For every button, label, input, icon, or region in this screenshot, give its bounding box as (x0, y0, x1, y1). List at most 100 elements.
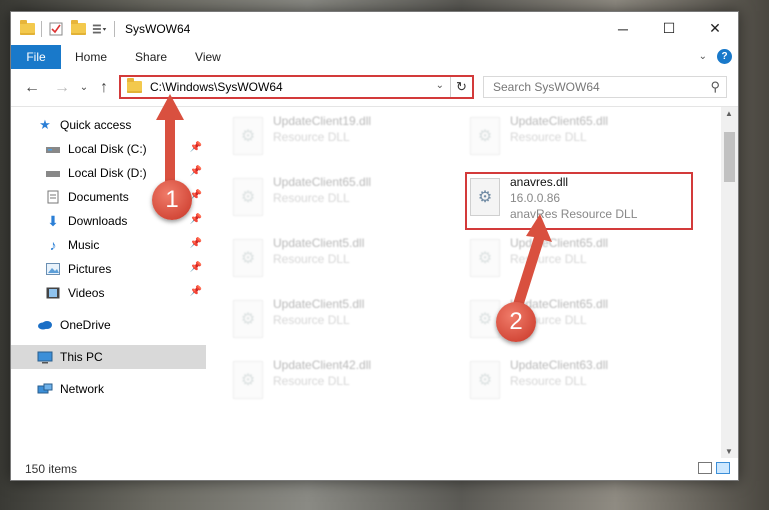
forward-button[interactable]: → (51, 79, 73, 97)
sidebar-item-videos[interactable]: Videos 📌 (11, 281, 206, 305)
documents-icon (45, 190, 61, 204)
step-marker-1: 1 (152, 180, 192, 220)
network-icon (37, 382, 53, 396)
dll-file-icon: ⚙ (470, 117, 500, 155)
quick-access-toolbar (11, 19, 115, 37)
file-name: UpdateClient5.dll (273, 297, 365, 311)
large-icons-view-button[interactable] (716, 462, 730, 474)
dll-file-icon: ⚙ (233, 300, 263, 338)
refresh-button[interactable]: ↻ (450, 77, 472, 97)
search-icon[interactable]: ⚲ (710, 79, 720, 95)
drive-icon (45, 142, 61, 156)
folder-icon (19, 19, 35, 37)
up-button[interactable]: ↑ (93, 79, 115, 97)
recent-locations-icon[interactable]: ⌄ (77, 82, 91, 93)
search-placeholder: Search SysWOW64 (493, 80, 600, 94)
folder-icon (127, 78, 142, 93)
sidebar-item-label: This PC (60, 350, 103, 364)
close-button[interactable]: ✕ (692, 12, 738, 45)
computer-icon (37, 350, 53, 364)
properties-icon[interactable] (48, 21, 64, 37)
tab-share[interactable]: Share (121, 50, 181, 64)
file-item[interactable]: ⚙ UpdateClient5.dll Resource DLL (233, 296, 453, 346)
window-title: SysWOW64 (125, 21, 191, 36)
status-bar: 150 items (11, 458, 738, 480)
sidebar-item-onedrive[interactable]: OneDrive (11, 313, 206, 337)
title-bar: SysWOW64 ─ ☐ ✕ (11, 12, 738, 45)
tab-view[interactable]: View (181, 50, 235, 64)
file-item[interactable]: ⚙ UpdateClient63.dll Resource DLL (470, 357, 690, 407)
file-name: UpdateClient65.dll (510, 114, 609, 128)
file-description: Resource DLL (273, 191, 350, 205)
sidebar-item-pictures[interactable]: Pictures 📌 (11, 257, 206, 281)
file-item[interactable]: ⚙ UpdateClient65.dll Resource DLL (233, 174, 453, 224)
file-item[interactable]: ⚙ UpdateClient5.dll Resource DLL (233, 235, 453, 285)
pin-icon[interactable]: 📌 (190, 286, 202, 297)
dll-file-icon: ⚙ (233, 239, 263, 277)
tab-home[interactable]: Home (61, 50, 121, 64)
sidebar-item-label: Quick access (60, 118, 132, 132)
dll-file-icon: ⚙ (470, 239, 500, 277)
cloud-icon (37, 318, 53, 332)
dll-file-icon: ⚙ (233, 178, 263, 216)
minimize-button[interactable]: ─ (600, 12, 646, 45)
search-input[interactable]: Search SysWOW64 ⚲ (483, 76, 727, 98)
file-item[interactable]: ⚙ UpdateClient65.dll Resource DLL (470, 113, 690, 163)
file-description: Resource DLL (273, 313, 350, 327)
help-icon[interactable]: ? (717, 49, 732, 64)
sidebar-item-label: Videos (68, 286, 105, 300)
scroll-down-icon[interactable]: ▼ (725, 447, 733, 456)
sidebar-item-network[interactable]: Network (11, 377, 206, 401)
pin-icon[interactable]: 📌 (190, 142, 202, 153)
sidebar-item-label: Downloads (68, 214, 128, 228)
new-folder-icon[interactable] (70, 19, 86, 37)
annotation-arrow-1 (156, 94, 184, 182)
pin-icon[interactable]: 📌 (190, 166, 202, 177)
scrollbar-thumb[interactable] (724, 132, 735, 182)
file-item[interactable]: ⚙ UpdateClient19.dll Resource DLL (233, 113, 453, 163)
dll-file-icon: ⚙ (233, 117, 263, 155)
divider (114, 20, 115, 37)
sidebar-item-this-pc[interactable]: This PC (11, 345, 206, 369)
customize-toolbar-icon[interactable] (92, 21, 108, 37)
sidebar-item-label: OneDrive (60, 318, 111, 332)
file-item[interactable]: ⚙ UpdateClient42.dll Resource DLL (233, 357, 453, 407)
expand-ribbon-icon[interactable]: ⌄ (699, 51, 707, 62)
ribbon-right: ⌄ ? (699, 49, 732, 64)
file-description: Resource DLL (273, 130, 350, 144)
videos-icon (45, 286, 61, 300)
window-controls: ─ ☐ ✕ (600, 12, 738, 45)
step-marker-2: 2 (496, 302, 536, 342)
file-name: UpdateClient19.dll (273, 114, 372, 128)
divider (41, 20, 42, 37)
vertical-scrollbar[interactable]: ▲ ▼ (721, 107, 738, 458)
file-description: Resource DLL (273, 374, 350, 388)
download-icon: ⬇ (47, 212, 59, 229)
sidebar-item-label: Documents (68, 190, 129, 204)
tab-file[interactable]: File (11, 45, 61, 69)
sidebar-item-label: Local Disk (D:) (68, 166, 147, 180)
file-name: UpdateClient65.dll (273, 175, 372, 189)
sidebar-item-label: Network (60, 382, 105, 396)
pin-icon[interactable]: 📌 (190, 214, 202, 225)
dll-file-icon: ⚙ (470, 361, 500, 399)
item-count: 150 items (25, 462, 78, 476)
back-button[interactable]: ← (21, 79, 43, 97)
file-description: Resource DLL (273, 252, 350, 266)
ribbon-tabs: File Home Share View ⌄ ? (11, 45, 738, 69)
details-view-button[interactable] (698, 462, 712, 474)
view-toggle (698, 462, 730, 474)
file-list: ⚙ UpdateClient19.dll Resource DLL ⚙ Updat… (206, 107, 738, 458)
file-name: UpdateClient5.dll (273, 236, 365, 250)
scroll-up-icon[interactable]: ▲ (725, 109, 733, 118)
sidebar-item-music[interactable]: ♪ Music 📌 (11, 233, 206, 257)
maximize-button[interactable]: ☐ (646, 12, 692, 45)
dll-file-icon: ⚙ (233, 361, 263, 399)
sidebar-item-label: Pictures (68, 262, 112, 276)
pin-icon[interactable]: 📌 (190, 238, 202, 249)
music-icon: ♪ (49, 237, 57, 253)
pin-icon[interactable]: 📌 (190, 262, 202, 273)
sidebar-item-label: Local Disk (C:) (68, 142, 147, 156)
chevron-down-icon[interactable]: ⌄ (436, 80, 444, 91)
explorer-window: SysWOW64 ─ ☐ ✕ File Home Share View ⌄ ? … (10, 11, 739, 481)
